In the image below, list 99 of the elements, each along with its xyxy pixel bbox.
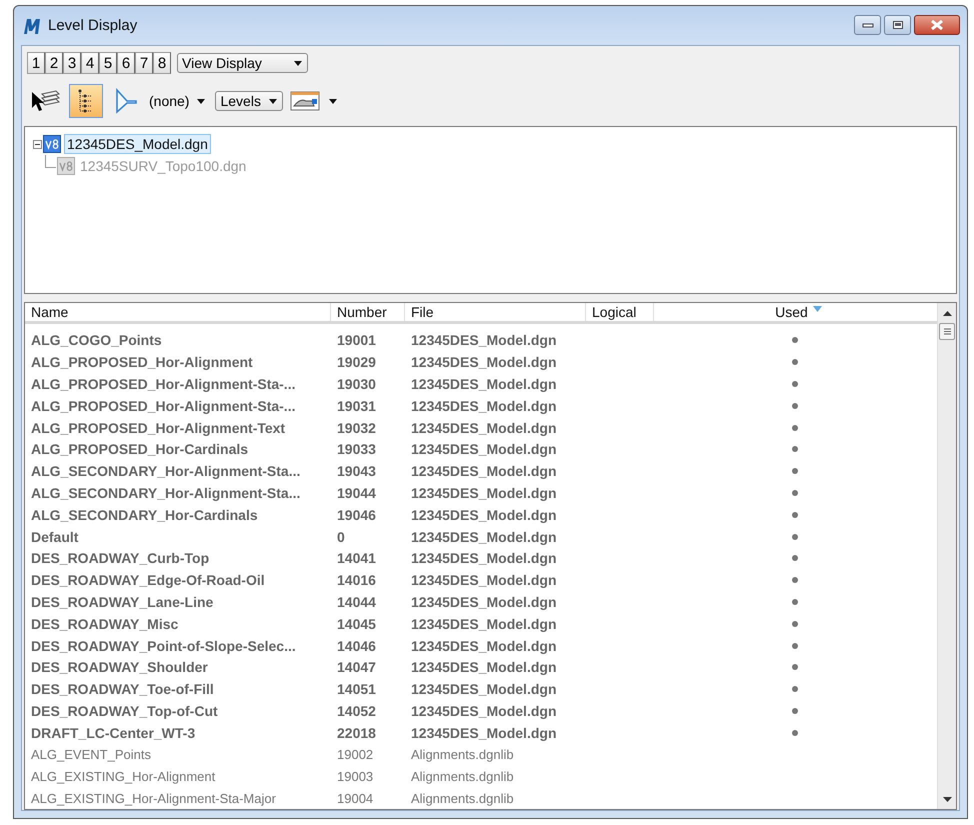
view-button[interactable]: 7 bbox=[135, 52, 153, 74]
select-levels-icon bbox=[30, 88, 60, 114]
table-cell-text: 19029 bbox=[336, 354, 377, 370]
table-cell-text: 12345DES_Model.dgn bbox=[410, 681, 558, 698]
table-cell-text: 14051 bbox=[336, 681, 377, 698]
table-cell-text: 19003 bbox=[336, 768, 374, 784]
table-cell-text: ALG_PROPOSED_Hor-Alignment-Sta-... bbox=[30, 398, 296, 414]
table-cell-text: DES_ROADWAY_Misc bbox=[30, 616, 180, 632]
table-cell-text: DES_ROADWAY_Edge-Of-Road-Oil bbox=[30, 572, 266, 588]
table-cell-text: ALG_EVENT_Points bbox=[30, 747, 152, 762]
table-cell-text: DES_ROADWAY_Lane-Line bbox=[30, 594, 214, 610]
table-cell-text: 14045 bbox=[336, 616, 377, 632]
tree-line bbox=[45, 154, 56, 168]
table-cell-text: ALG_PROPOSED_Hor-Alignment-Text bbox=[30, 420, 286, 436]
table-cell-text: 12345DES_Model.dgn bbox=[410, 441, 558, 458]
maximize-button[interactable] bbox=[884, 15, 911, 35]
table-cell-text: ALG_SECONDARY_Hor-Alignment-Sta... bbox=[30, 484, 302, 501]
maximize-icon bbox=[892, 20, 904, 30]
table-cell-text: 22018 bbox=[336, 724, 377, 741]
view-button[interactable]: 5 bbox=[99, 52, 117, 74]
table-cell-text: 12345DES_Model.dgn bbox=[410, 659, 558, 676]
table-cell-text: Alignments.dgnlib bbox=[410, 790, 515, 806]
table-cell-text: Alignments.dgnlib bbox=[410, 768, 515, 784]
table-cell-text: 12345DES_Model.dgn bbox=[410, 354, 558, 370]
table-cell-text: 12345DES_Model.dgn bbox=[410, 572, 558, 588]
table-cell-text: DES_ROADWAY_Shoulder bbox=[30, 659, 209, 676]
table-cell-text: DES_ROADWAY_Top-of-Cut bbox=[30, 702, 219, 719]
table-cell-text: 12345DES_Model.dgn bbox=[410, 420, 558, 436]
minimize-icon bbox=[862, 22, 874, 28]
filter-icon bbox=[115, 88, 137, 114]
list-mode-dropdown[interactable]: Levels bbox=[215, 91, 283, 111]
table-cell-text: 12345DES_Model.dgn bbox=[410, 484, 558, 501]
filter-dropdown[interactable]: (none) bbox=[149, 93, 206, 109]
table-cell-text: 19001 bbox=[336, 332, 377, 348]
table-cell-text: 19044 bbox=[336, 484, 377, 501]
table-cell-text: 12345DES_Model.dgn bbox=[410, 332, 558, 348]
table-cell-text: 12345DES_Model.dgn bbox=[410, 398, 558, 414]
table-cell-text: 12345DES_Model.dgn bbox=[410, 463, 558, 480]
table-cell-text: ALG_SECONDARY_Hor-Alignment-Sta... bbox=[30, 463, 302, 480]
column-header[interactable]: Number bbox=[331, 303, 405, 322]
table-cell-text: ALG_COGO_Points bbox=[30, 332, 163, 348]
column-header[interactable]: File bbox=[405, 303, 586, 322]
table-cell-text: 12345DES_Model.dgn bbox=[410, 376, 558, 392]
window-title: Level Display bbox=[48, 17, 138, 34]
table-cell-text: 19033 bbox=[336, 441, 377, 458]
table-cell-text: ALG_PROPOSED_Hor-Cardinals bbox=[30, 441, 250, 458]
table-cell-text: ALG_PROPOSED_Hor-Alignment bbox=[30, 354, 254, 370]
table-cell-text: DES_ROADWAY_Toe-of-Fill bbox=[30, 681, 215, 698]
table-cell-text: 12345DES_Model.dgn bbox=[410, 528, 558, 545]
scrollbar[interactable] bbox=[937, 303, 956, 809]
display-icon bbox=[290, 91, 320, 111]
close-icon bbox=[930, 20, 944, 30]
table-cell-text: 19002 bbox=[336, 747, 374, 762]
scroll-thumb[interactable] bbox=[939, 323, 955, 340]
table-cell-text: 19046 bbox=[336, 506, 377, 523]
close-button[interactable] bbox=[914, 15, 960, 35]
table-cell-text: 12345DES_Model.dgn bbox=[410, 638, 558, 654]
table-cell-text: DES_ROADWAY_Curb-Top bbox=[30, 550, 210, 566]
table-cell-text: ALG_PROPOSED_Hor-Alignment-Sta-... bbox=[30, 376, 296, 392]
view-button[interactable]: 2 bbox=[45, 52, 63, 74]
view-button[interactable]: 1 bbox=[27, 52, 45, 74]
table-cell-text: Alignments.dgnlib bbox=[410, 747, 515, 762]
column-header[interactable]: Used bbox=[654, 303, 937, 322]
table-cell-text: ALG_SECONDARY_Hor-Cardinals bbox=[30, 506, 259, 523]
table-cell-text: Default bbox=[30, 528, 80, 545]
table-cell-text: 12345DES_Model.dgn bbox=[410, 702, 558, 719]
table-cell-text: 14046 bbox=[336, 638, 377, 654]
table-cell-text: DES_ROADWAY_Point-of-Slope-Selec... bbox=[30, 638, 297, 654]
table-cell-text: 14052 bbox=[336, 702, 377, 719]
table-cell-text: 12345DES_Model.dgn bbox=[410, 550, 558, 566]
table-cell-text: 19030 bbox=[336, 376, 377, 392]
view-button[interactable]: 3 bbox=[63, 52, 81, 74]
table-cell-text: 14041 bbox=[336, 550, 377, 566]
hierarchy-button[interactable] bbox=[69, 84, 103, 118]
table-cell-text: ALG_EXISTING_Hor-Alignment-Sta-Major bbox=[30, 790, 277, 806]
table-cell-text: 12345DES_Model.dgn bbox=[410, 594, 558, 610]
table-cell-text: 14016 bbox=[336, 572, 377, 588]
table-cell-text: 19032 bbox=[336, 420, 377, 436]
table-cell-text: 19031 bbox=[336, 398, 377, 414]
minimize-button[interactable] bbox=[854, 15, 881, 35]
table-cell-text: 14044 bbox=[336, 594, 377, 610]
table-cell-text: 14047 bbox=[336, 659, 377, 676]
table-cell-text: 12345DES_Model.dgn bbox=[410, 616, 558, 632]
view-button[interactable]: 4 bbox=[81, 52, 99, 74]
table-cell-text: 0 bbox=[336, 528, 346, 545]
view-button[interactable]: 6 bbox=[117, 52, 135, 74]
view-mode-dropdown[interactable]: View Display bbox=[177, 53, 308, 73]
table-cell-text: 19043 bbox=[336, 463, 377, 480]
table-cell-text: 12345DES_Model.dgn bbox=[410, 724, 558, 741]
column-header[interactable]: Name bbox=[25, 303, 331, 322]
column-header[interactable]: Logical bbox=[586, 303, 654, 322]
tree-item[interactable]: 12345DES_Model.dgn bbox=[64, 134, 211, 154]
table-cell-text: 19004 bbox=[336, 790, 374, 806]
table-cell-text: ALG_EXISTING_Hor-Alignment bbox=[30, 768, 216, 784]
dropdown-caret-icon[interactable] bbox=[328, 98, 337, 104]
view-button[interactable]: 8 bbox=[153, 52, 171, 74]
table-cell-text: 12345DES_Model.dgn bbox=[410, 506, 558, 523]
collapse-icon[interactable] bbox=[33, 140, 42, 148]
table-cell-text: DRAFT_LC-Center_WT-3 bbox=[30, 724, 196, 741]
